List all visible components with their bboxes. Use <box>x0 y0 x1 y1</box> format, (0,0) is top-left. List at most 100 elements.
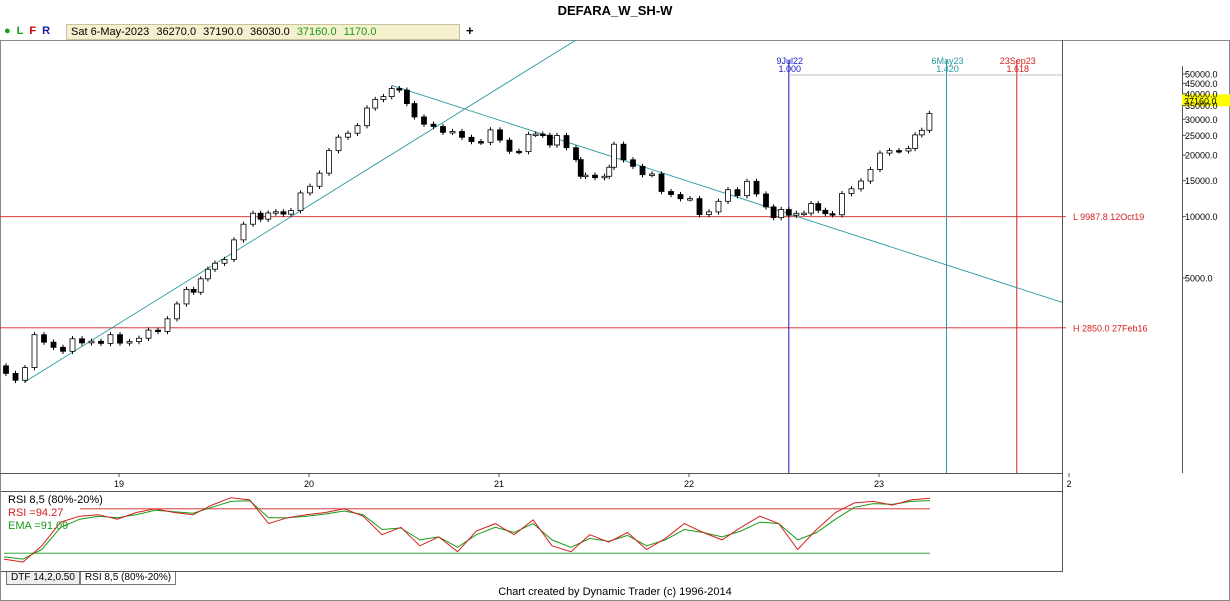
f-button[interactable]: F <box>29 25 36 37</box>
candle-body <box>12 373 19 381</box>
y-tick-label: 5000.0 <box>1185 274 1213 284</box>
candle-body <box>658 173 665 192</box>
candle-body <box>60 346 66 352</box>
candle-body <box>212 262 218 270</box>
rsi-panel <box>3 497 931 563</box>
candle-body <box>563 135 570 149</box>
chart-canvas: L 9987.8 12Oct19 H 2850.0 27Feb16 9Jul221… <box>0 39 1230 601</box>
candle-body <box>926 113 933 131</box>
candle-body <box>516 150 522 154</box>
candle-body <box>411 103 418 118</box>
rsi-title: RSI 8,5 (80%-20%) <box>8 494 103 506</box>
add-button[interactable]: + <box>466 23 474 38</box>
candle-body <box>190 289 197 293</box>
candle-body <box>440 126 446 133</box>
info-high: 37190.0 <box>203 26 243 38</box>
info-open: 36270.0 <box>156 26 197 38</box>
trendlines <box>24 39 1063 383</box>
level-label-1: H 2850.0 27Feb16 <box>1073 323 1148 333</box>
candle-body <box>354 125 361 134</box>
candle-body <box>896 150 902 153</box>
candle-body <box>687 198 693 201</box>
x-tick-label: 21 <box>494 479 504 489</box>
x-tick-label: 23 <box>874 479 884 489</box>
y-tick-label: 15000.0 <box>1185 176 1218 186</box>
candle-body <box>107 334 114 344</box>
candle-body <box>396 88 403 91</box>
candle-body <box>459 131 465 138</box>
x-tick-label: 20 <box>304 479 314 489</box>
candle-body <box>478 141 484 144</box>
candle-body <box>155 329 161 333</box>
candle-body <box>582 174 589 178</box>
candle-body <box>606 166 613 177</box>
y-tick-label: 20000.0 <box>1185 151 1218 161</box>
candle-body <box>770 206 777 219</box>
ema-line <box>3 500 931 560</box>
candle-body <box>763 193 769 208</box>
r-button[interactable]: R <box>42 25 50 37</box>
candle-body <box>611 143 617 168</box>
candle-body <box>79 338 85 344</box>
candle-body <box>288 210 294 215</box>
candle-body <box>22 367 28 381</box>
candle-body <box>50 341 57 348</box>
info-low: 36030.0 <box>249 26 290 38</box>
candle-body <box>297 192 304 212</box>
candle-body <box>801 212 807 216</box>
candle-body <box>793 212 800 216</box>
info-change: 1170.0 <box>343 26 377 38</box>
candle-body <box>785 209 792 216</box>
y-tick-label: 35000.0 <box>1185 101 1218 111</box>
candle-body <box>257 212 264 220</box>
candle-body <box>706 211 712 215</box>
x-tick-label: 19 <box>114 479 124 489</box>
toolbar-icons: ● L F R <box>4 22 56 40</box>
candle-body <box>808 203 815 214</box>
candle-body <box>649 173 655 176</box>
candle-body <box>240 223 247 241</box>
tab-dtf[interactable]: DTF 14,2,0.50 <box>6 572 80 585</box>
candle-body <box>886 150 893 154</box>
candle-body <box>197 278 204 293</box>
candle-body <box>630 159 636 167</box>
candle-body <box>126 341 133 344</box>
candle-body <box>31 334 38 368</box>
candle-body <box>778 209 785 219</box>
l-button[interactable]: L <box>17 25 24 37</box>
candle-body <box>848 188 855 195</box>
candle-body <box>421 116 427 125</box>
y-axis: 37160.050000.045000.040000.035000.030000… <box>1182 70 1230 284</box>
candle-body <box>592 174 598 179</box>
candle-body <box>744 180 750 197</box>
candle-body <box>677 194 684 200</box>
candle-body <box>725 189 731 202</box>
indicator-tabs: DTF 14,2,0.50 RSI 8,5 (80%-20%) <box>6 572 177 585</box>
tab-rsi[interactable]: RSI 8,5 (80%-20%) <box>79 572 177 585</box>
candle-body <box>88 340 95 344</box>
y-tick-label: 40000.0 <box>1185 89 1218 99</box>
candle-body <box>345 132 351 138</box>
y-tick-label: 10000.0 <box>1185 212 1218 222</box>
footer-credit: Chart created by Dynamic Trader (c) 1996… <box>498 586 732 598</box>
candle-body <box>372 99 379 109</box>
candle-body <box>905 148 912 152</box>
ema-value: EMA =91.09 <box>8 520 69 532</box>
candle-body <box>98 340 104 344</box>
candle-body <box>696 198 703 215</box>
candle-body <box>715 200 722 213</box>
y-tick-label: 25000.0 <box>1185 131 1218 141</box>
y-tick-label: 45000.0 <box>1185 79 1218 89</box>
candle-body <box>468 136 475 142</box>
candle-body <box>822 209 829 215</box>
candle-body <box>41 334 47 343</box>
candle-body <box>815 203 822 211</box>
info-close: 37160.0 <box>296 26 337 38</box>
candle-body <box>380 96 387 100</box>
candle-body <box>69 338 76 352</box>
time-marker-ratio-1: 1.420 <box>936 64 959 74</box>
dot-icon[interactable]: ● <box>4 25 11 37</box>
candle-body <box>221 259 228 264</box>
candle-body <box>539 133 546 136</box>
candle-body <box>164 318 171 332</box>
